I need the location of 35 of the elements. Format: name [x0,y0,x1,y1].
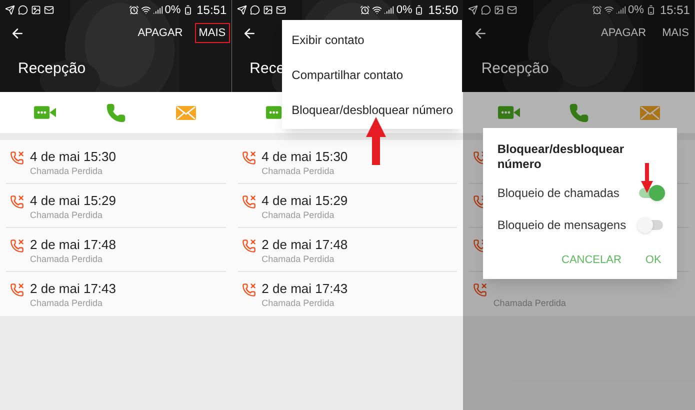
call-type: Chamada Perdida [30,165,104,177]
call-date: 2 de mai 17:43 [30,281,116,297]
call-date: 4 de mai 15:30 [30,149,116,165]
call-date: 4 de mai 15:30 [262,149,348,165]
call-date: 4 de mai 15:29 [30,193,116,209]
toolbar-action[interactable]: APAGAR [597,22,650,44]
battery-percent: 0% [164,2,181,18]
status-time: 15:50 [428,2,458,19]
call-type: Chamada Perdida [262,297,336,309]
menu-item[interactable]: Bloquear/desbloquear número [282,92,462,127]
call-type: Chamada Perdida [30,253,104,265]
status-time: 15:51 [196,2,227,19]
call-date: 2 de mai 17:48 [262,237,348,253]
battery-percent: 0% [396,2,412,18]
toolbar-action[interactable]: MAIS [658,22,693,44]
call-date: 4 de mai 15:29 [262,193,348,209]
contact-name: Recepção [18,58,86,79]
call-type: Chamada Perdida [262,209,336,221]
toolbar-action[interactable]: APAGAR [134,22,187,44]
switch-label: Bloqueio de mensagens [497,217,626,234]
call-type: Chamada Perdida [30,297,104,309]
call-date: 2 de mai 17:43 [262,281,348,297]
call-type: Chamada Perdida [262,253,336,265]
switch-label: Bloqueio de chamadas [497,185,620,202]
contact-name: Recepção [481,58,549,79]
menu-item[interactable]: Compartilhar contato [282,57,462,92]
call-type: Chamada Perdida [30,209,104,221]
menu-item[interactable]: Exibir contato [282,22,462,57]
call-type: Chamada Perdida [493,297,566,309]
call-date: 2 de mai 17:48 [30,237,116,253]
dialog-title: Bloquear/desbloquear número [497,142,626,172]
call-type: Chamada Perdida [262,165,336,177]
battery-percent: 0% [628,2,644,18]
status-time: 15:51 [660,2,690,19]
toolbar-action[interactable]: MAIS [194,22,230,44]
